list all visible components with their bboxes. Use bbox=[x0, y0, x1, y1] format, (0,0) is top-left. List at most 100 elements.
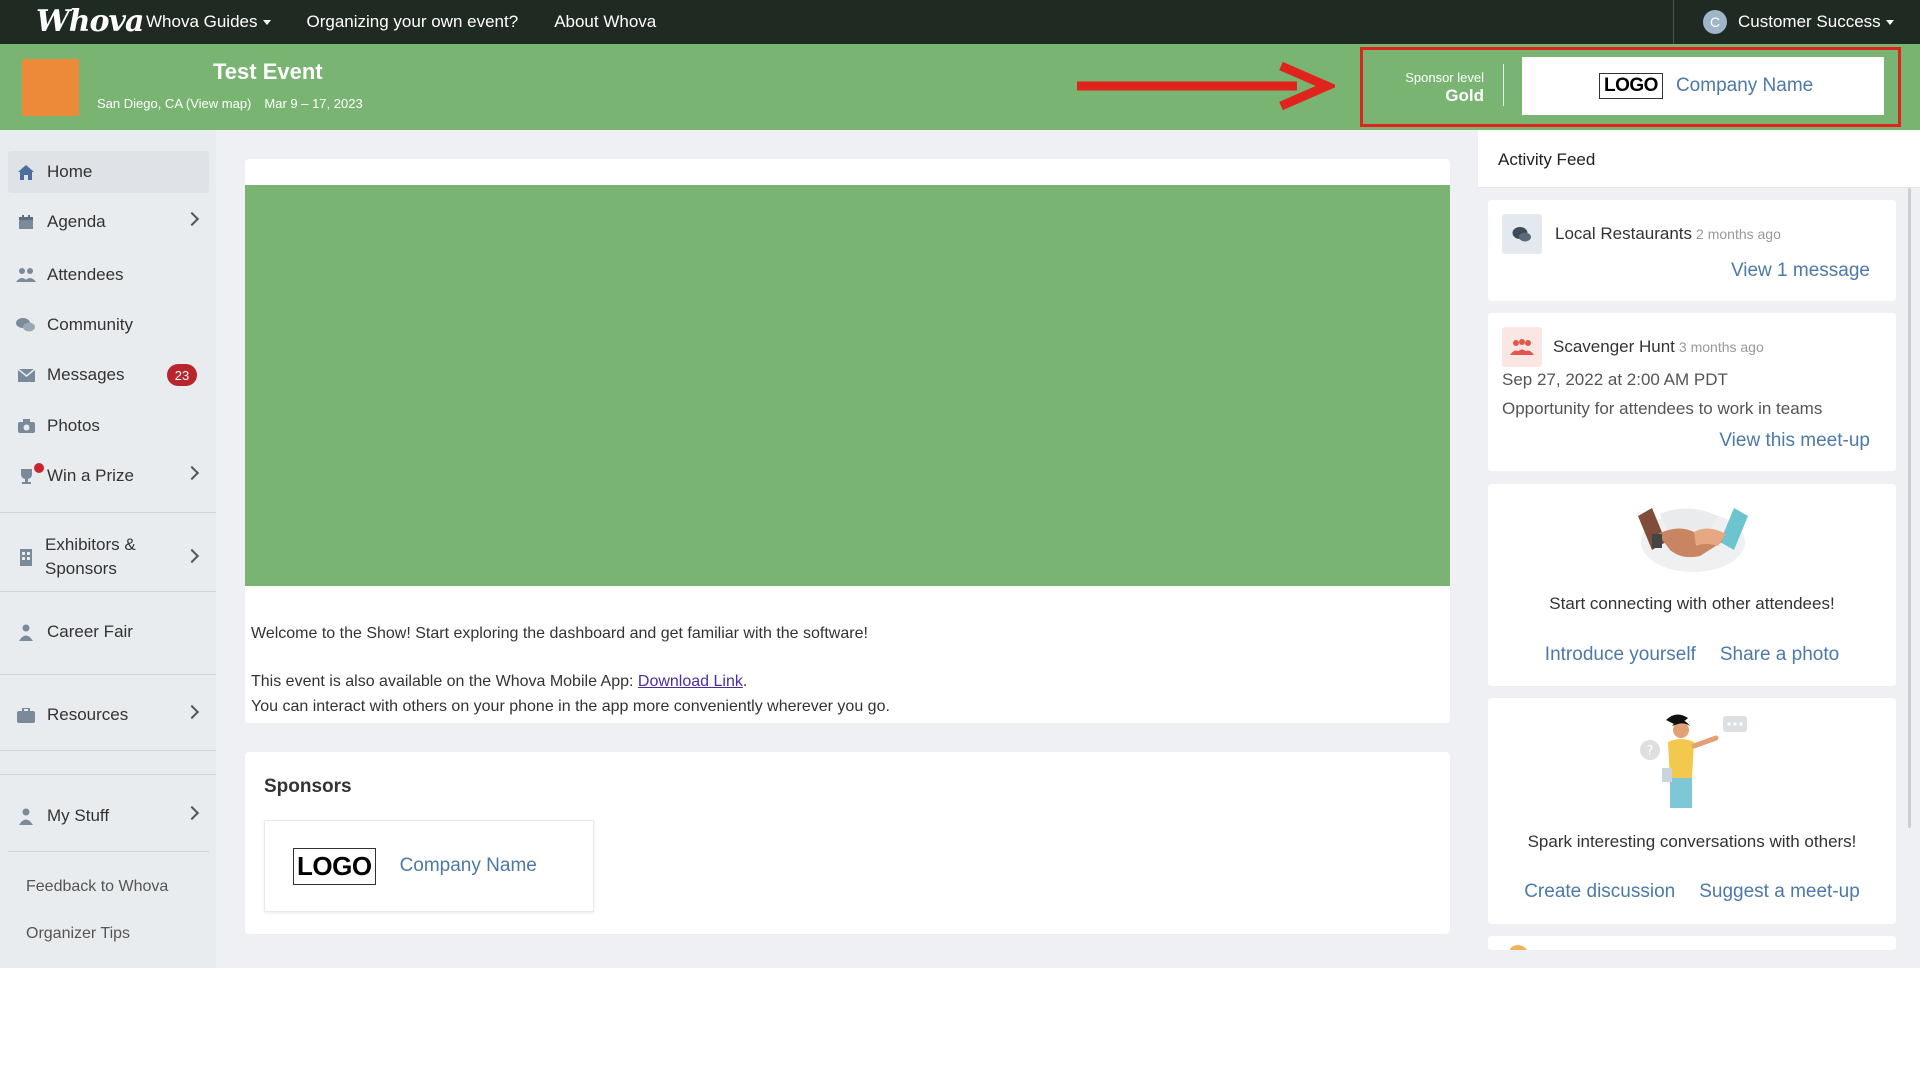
app-line-prefix: This event is also available on the Whov… bbox=[251, 673, 638, 690]
user-menu[interactable]: C Customer Success bbox=[1703, 0, 1894, 44]
sponsor-divider bbox=[1503, 64, 1504, 106]
sponsor-tile[interactable]: LOGO Company Name bbox=[264, 820, 594, 912]
create-discussion-link[interactable]: Create discussion bbox=[1524, 881, 1675, 903]
svg-text:?: ? bbox=[1647, 744, 1654, 759]
feed-item-name: Local Restaurants bbox=[1555, 224, 1693, 243]
sidebar-divider bbox=[0, 591, 216, 592]
sidebar-item-home[interactable]: Home bbox=[8, 151, 209, 193]
nav-whova-guides[interactable]: Whova Guides bbox=[146, 12, 271, 32]
trophy-icon bbox=[16, 466, 36, 486]
share-photo-link[interactable]: Share a photo bbox=[1720, 644, 1839, 666]
suggest-meetup-link[interactable]: Suggest a meet-up bbox=[1699, 881, 1860, 903]
sidebar-item-label-line1: Exhibitors & bbox=[45, 535, 136, 554]
sidebar-divider bbox=[0, 674, 216, 675]
sidebar-item-resources[interactable]: Resources bbox=[8, 694, 209, 736]
feed-connect-card: Start connecting with other attendees! I… bbox=[1488, 484, 1896, 686]
sponsor-company-name: Company Name bbox=[399, 855, 537, 876]
sponsor-level-label: Sponsor level bbox=[1405, 70, 1484, 85]
sidebar-item-messages[interactable]: Messages 23 bbox=[8, 354, 209, 396]
feed-item-time: 2 months ago bbox=[1696, 226, 1781, 242]
sidebar-item-label: Community bbox=[47, 315, 133, 334]
event-thumbnail bbox=[22, 59, 79, 116]
sponsor-company-name: Company Name bbox=[1675, 75, 1814, 96]
activity-feed-title: Activity Feed bbox=[1498, 150, 1596, 169]
user-icon bbox=[16, 806, 36, 826]
activity-feed-header: Activity Feed bbox=[1478, 130, 1920, 188]
event-title: Test Event bbox=[213, 59, 323, 84]
header-sponsor-card[interactable]: LOGO Company Name bbox=[1522, 57, 1884, 115]
sidebar-item-career-fair[interactable]: Career Fair bbox=[8, 611, 209, 653]
person-icon bbox=[16, 622, 36, 642]
top-navigation-bar: Whova Whova Guides Organizing your own e… bbox=[0, 0, 1920, 44]
user-name: Customer Success bbox=[1738, 12, 1881, 31]
welcome-text: Welcome to the Show! Start exploring the… bbox=[251, 621, 890, 719]
sponsor-logo: LOGO bbox=[293, 847, 376, 885]
connect-prompt: Start connecting with other attendees! bbox=[1549, 594, 1835, 613]
app-line-suffix: . bbox=[742, 673, 748, 690]
caret-down-icon bbox=[262, 19, 271, 25]
feed-item-time: 3 months ago bbox=[1678, 339, 1764, 355]
sponsor-level-value: Gold bbox=[1445, 86, 1484, 105]
sidebar-item-exhibitors-sponsors[interactable]: Exhibitors & Sponsors bbox=[8, 529, 209, 585]
person-talking-icon: ? bbox=[1640, 714, 1747, 808]
sidebar-item-attendees[interactable]: Attendees bbox=[8, 254, 209, 296]
home-icon bbox=[16, 162, 36, 182]
notification-dot bbox=[34, 463, 44, 473]
sidebar-item-my-stuff[interactable]: My Stuff bbox=[8, 795, 209, 837]
sponsor-level: Sponsor level Gold bbox=[1405, 70, 1484, 106]
event-meta: San Diego, CA (View map) Mar 9 – 17, 202… bbox=[97, 96, 363, 111]
sponsors-title: Sponsors bbox=[264, 776, 352, 797]
sidebar-item-photos[interactable]: Photos bbox=[8, 405, 209, 447]
sidebar: Home Agenda Attendees Community Messages… bbox=[0, 130, 216, 968]
users-icon bbox=[1502, 327, 1542, 367]
introduce-yourself-link[interactable]: Introduce yourself bbox=[1545, 644, 1696, 666]
feed-item-scavenger-hunt: Scavenger Hunt 3 months ago Sep 27, 2022 … bbox=[1488, 313, 1896, 471]
event-location-link[interactable]: San Diego, CA (View map) bbox=[97, 96, 251, 111]
calendar-icon bbox=[16, 212, 36, 232]
feed-item-avatar bbox=[1508, 945, 1528, 950]
sponsor-level-highlight: Sponsor level Gold LOGO Company Name bbox=[1360, 47, 1901, 127]
sidebar-item-label: Agenda bbox=[47, 212, 106, 231]
feed-conversation-card: ? Spark interesting conversations with o… bbox=[1488, 698, 1896, 924]
feed-item-title: Local Restaurants 2 months ago bbox=[1555, 224, 1781, 244]
download-link[interactable]: Download Link bbox=[638, 673, 743, 690]
chevron-right-icon bbox=[184, 465, 200, 481]
sidebar-item-agenda[interactable]: Agenda bbox=[8, 201, 209, 243]
mail-icon bbox=[16, 365, 36, 385]
top-nav-links: Whova Guides Organizing your own event? … bbox=[146, 0, 656, 44]
welcome-line: Welcome to the Show! Start exploring the… bbox=[251, 625, 868, 642]
conversation-prompt: Spark interesting conversations with oth… bbox=[1527, 832, 1857, 851]
sidebar-item-win-a-prize[interactable]: Win a Prize bbox=[8, 455, 209, 497]
view-meetup-link[interactable]: View this meet-up bbox=[1719, 430, 1870, 452]
sponsors-section: Sponsors LOGO Company Name bbox=[245, 752, 1450, 934]
sidebar-item-label: Photos bbox=[47, 416, 100, 435]
meetup-date: Sep 27, 2022 at 2:00 AM PDT bbox=[1502, 370, 1728, 389]
nav-divider bbox=[1673, 0, 1674, 44]
caret-down-icon bbox=[1885, 19, 1894, 25]
sidebar-item-community[interactable]: Community bbox=[8, 304, 209, 346]
chevron-right-icon bbox=[184, 211, 200, 227]
chevron-right-icon bbox=[184, 548, 200, 564]
view-message-link[interactable]: View 1 message bbox=[1731, 260, 1870, 282]
nav-whova-guides-label: Whova Guides bbox=[146, 12, 258, 31]
sidebar-item-label: Messages bbox=[47, 365, 125, 384]
feed-scrollbar[interactable] bbox=[1908, 188, 1911, 828]
whova-logo[interactable]: Whova bbox=[36, 4, 144, 39]
connect-actions: Introduce yourself Share a photo bbox=[1488, 644, 1896, 666]
camera-icon bbox=[16, 416, 36, 436]
sidebar-divider bbox=[0, 750, 216, 751]
building-icon bbox=[16, 547, 36, 567]
nav-about-whova[interactable]: About Whova bbox=[554, 12, 656, 32]
sidebar-item-label: Win a Prize bbox=[47, 466, 134, 485]
arrow-right-icon bbox=[1077, 61, 1335, 111]
app-availability-line: This event is also available on the Whov… bbox=[251, 669, 890, 694]
organizer-tips-link[interactable]: Organizer Tips bbox=[26, 925, 130, 943]
chevron-right-icon bbox=[184, 805, 200, 821]
nav-organizing-event[interactable]: Organizing your own event? bbox=[307, 12, 519, 32]
sidebar-divider bbox=[0, 512, 216, 513]
sidebar-item-label: Career Fair bbox=[47, 622, 133, 641]
welcome-card: Welcome to the Show! Start exploring the… bbox=[245, 159, 1450, 723]
feedback-link[interactable]: Feedback to Whova bbox=[26, 878, 168, 896]
chevron-right-icon bbox=[184, 704, 200, 720]
briefcase-icon bbox=[16, 705, 36, 725]
